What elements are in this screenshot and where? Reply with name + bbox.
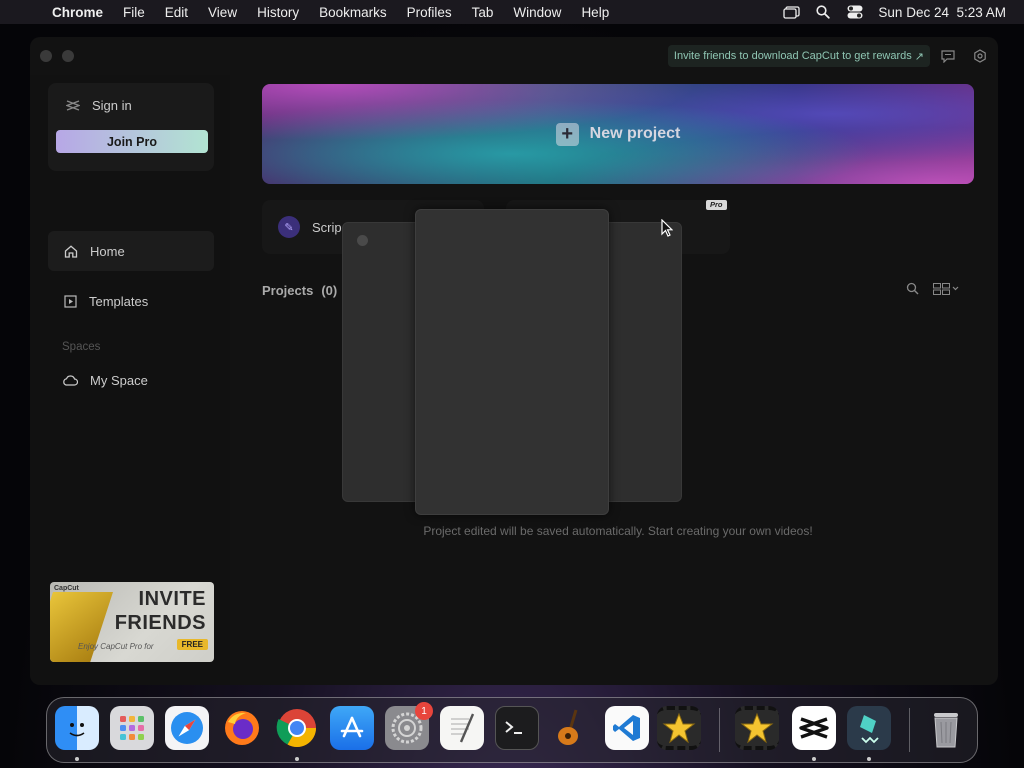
menu-tab[interactable]: Tab: [462, 5, 504, 20]
invite-friends-text: Invite friends to download CapCut to get…: [673, 50, 912, 62]
screen-mirroring-icon[interactable]: [782, 5, 800, 19]
account-card: Sign in Join Pro: [48, 83, 214, 171]
home-icon: [64, 244, 78, 258]
chrome-running-indicator: [295, 757, 299, 761]
script-icon: ✎: [278, 216, 300, 238]
imovie-recent-icon[interactable]: [735, 706, 779, 750]
menu-history[interactable]: History: [247, 5, 309, 20]
menu-edit[interactable]: Edit: [155, 5, 198, 20]
cloud-icon: [63, 374, 78, 386]
imovie-icon[interactable]: [657, 706, 701, 750]
plus-icon: +: [555, 122, 579, 146]
view-toggle-icon[interactable]: [933, 282, 959, 300]
control-center-icon[interactable]: [846, 5, 864, 19]
new-project-content: + New project: [262, 84, 974, 184]
sidebar: Sign in Join Pro Home Templates Spaces M…: [30, 75, 230, 685]
banner-title-line2: FRIENDS: [114, 612, 206, 634]
sidebar-item-label: Templates: [89, 293, 149, 309]
mouse-cursor-icon: [661, 218, 674, 242]
window-preview-right[interactable]: [600, 222, 682, 502]
dock-separator: [909, 708, 910, 752]
projects-label: Projects: [262, 283, 314, 298]
settings-gear-icon[interactable]: [972, 48, 988, 64]
sidebar-item-templates[interactable]: Templates: [48, 281, 214, 321]
banner-title-line1: INVITE: [138, 588, 206, 610]
sidebar-item-label: My Space: [90, 372, 148, 388]
menu-file[interactable]: File: [113, 5, 155, 20]
menu-help[interactable]: Help: [571, 5, 619, 20]
script-card-label: Scrip: [312, 219, 342, 235]
projects-header: Projects (0): [262, 283, 337, 298]
banner-gold-ribbon: [50, 592, 113, 662]
window-dot-icon: [357, 235, 368, 246]
banner-free-tag: FREE: [176, 639, 208, 650]
sidebar-item-home[interactable]: Home: [48, 231, 214, 271]
menu-app-name[interactable]: Chrome: [42, 5, 113, 20]
menu-bar: Chrome File Edit View History Bookmarks …: [0, 0, 1024, 24]
spaces-section-label: Spaces: [62, 341, 101, 353]
join-pro-button[interactable]: Join Pro: [56, 130, 208, 153]
banner-subtitle: Enjoy CapCut Pro for: [78, 642, 154, 651]
templates-icon: [64, 294, 77, 308]
close-window-button[interactable]: [40, 50, 52, 62]
empty-projects-message: Project edited will be saved automatical…: [423, 524, 813, 538]
sign-in-label: Sign in: [92, 98, 132, 113]
capcut-logo-icon: [66, 100, 80, 111]
finder-icon[interactable]: [55, 706, 99, 750]
new-project-label: New project: [589, 125, 681, 142]
sign-in-button[interactable]: Sign in: [66, 98, 132, 113]
projects-toolbar: [906, 282, 959, 300]
menu-bookmarks[interactable]: Bookmarks: [309, 5, 397, 20]
dock-separator: [719, 708, 720, 752]
minimize-window-button[interactable]: [62, 50, 74, 62]
menu-view[interactable]: View: [198, 5, 247, 20]
banner-brand: CapCut: [54, 585, 79, 592]
external-arrow-icon: ↗: [914, 50, 924, 63]
launchpad-icon[interactable]: [110, 706, 154, 750]
garageband-icon[interactable]: [550, 706, 594, 750]
firefox-icon[interactable]: [220, 706, 264, 750]
spotlight-search-icon[interactable]: [814, 5, 832, 19]
sidebar-item-my-space[interactable]: My Space: [48, 360, 214, 400]
search-icon[interactable]: [906, 282, 919, 300]
new-project-button[interactable]: + New project: [262, 84, 974, 184]
sidebar-item-label: Home: [90, 243, 125, 259]
feedback-icon[interactable]: [940, 48, 956, 64]
menu-clock[interactable]: Sun Dec 24 5:23 AM: [878, 5, 1006, 20]
invite-friends-link[interactable]: Invite friends to download CapCut to get…: [667, 45, 930, 67]
finder-running-indicator: [75, 757, 79, 761]
safari-icon[interactable]: [165, 706, 209, 750]
window-preview-center[interactable]: [415, 209, 609, 515]
invite-friends-banner[interactable]: CapCut INVITE FRIENDS Enjoy CapCut Pro f…: [50, 582, 214, 662]
app-store-icon[interactable]: [330, 706, 374, 750]
title-bar: Invite friends to download CapCut to get…: [30, 37, 998, 75]
filmora-running-indicator: [867, 757, 871, 761]
chrome-icon[interactable]: [275, 706, 319, 750]
filmora-icon[interactable]: [847, 706, 891, 750]
trash-icon[interactable]: [924, 706, 968, 750]
textedit-icon[interactable]: [440, 706, 484, 750]
settings-notification-badge: 1: [415, 702, 433, 720]
terminal-icon[interactable]: [495, 706, 539, 750]
menu-window[interactable]: Window: [503, 5, 571, 20]
menu-profiles[interactable]: Profiles: [397, 5, 462, 20]
window-preview-left[interactable]: [342, 222, 422, 502]
dock: 1: [46, 697, 978, 763]
pro-badge: Pro: [706, 200, 727, 210]
capcut-dock-icon[interactable]: [792, 706, 836, 750]
vscode-icon[interactable]: [605, 706, 649, 750]
capcut-running-indicator: [812, 757, 816, 761]
projects-count: (0): [321, 283, 338, 298]
